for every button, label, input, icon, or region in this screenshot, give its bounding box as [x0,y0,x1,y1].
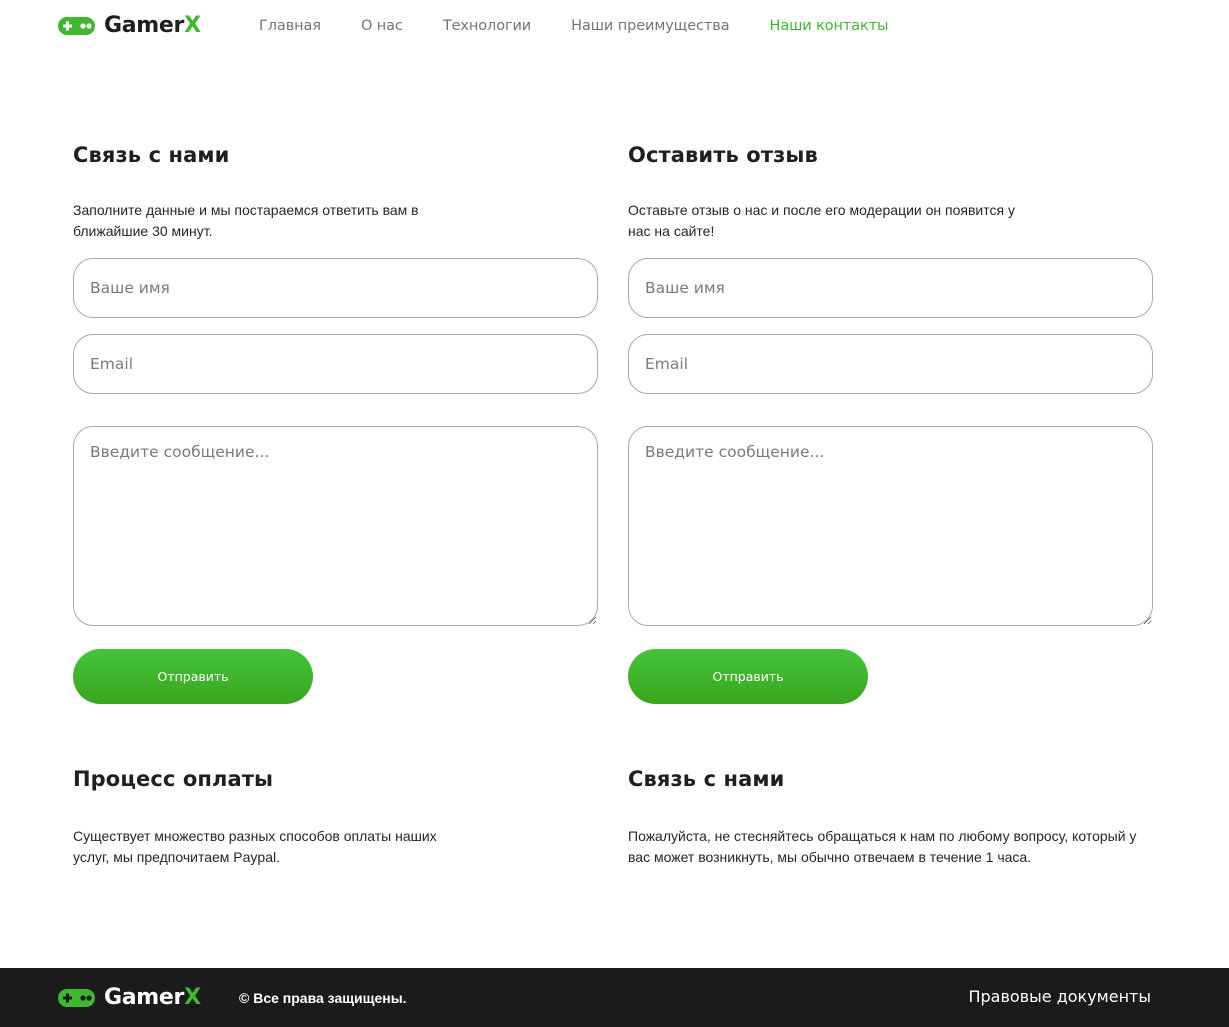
contact-submit-button[interactable]: Отправить [73,649,313,704]
payment-info-section: Процесс оплаты Существует множество разн… [73,766,598,868]
review-email-input[interactable] [628,334,1153,394]
contact-form-description: Заполните данные и мы постараемся ответи… [73,202,419,239]
main-nav: Главная О нас Технологии Наши преимущест… [259,16,928,36]
payment-info-title: Процесс оплаты [73,767,274,791]
nav-item-technologies[interactable]: Технологии [443,16,531,36]
legal-documents-link[interactable]: Правовые документы [968,987,1151,1007]
payment-info-description: Существует множество разных способов опл… [73,828,437,865]
contact-info-description: Пожалуйста, не стесняйтесь обращаться к … [628,828,1137,865]
gamepad-icon [58,989,95,1007]
copyright-text: © Все права защищены. [239,990,407,1006]
logo-text: GamerX [104,13,201,39]
footer-logo-text-accent: X [184,985,201,1010]
contact-form-section: Связь с нами Заполните данные и мы поста… [73,142,598,704]
contact-form-title: Связь с нами [73,143,230,167]
review-message-textarea[interactable] [628,426,1153,626]
contact-message-textarea[interactable] [73,426,598,626]
footer-logo-link[interactable]: GamerX [58,985,201,1011]
nav-item-advantages[interactable]: Наши преимущества [571,16,729,36]
footer-logo-text: GamerX [104,985,201,1011]
logo-text-main: Gamer [104,13,185,38]
contact-info-title: Связь с нами [628,767,785,791]
logo-link[interactable]: GamerX [58,13,201,39]
contact-name-input[interactable] [73,258,598,318]
review-form-description: Оставьте отзыв о нас и после его модерац… [628,202,1015,239]
nav-item-about[interactable]: О нас [361,16,403,36]
review-name-input[interactable] [628,258,1153,318]
gamepad-icon [58,17,95,35]
site-header: GamerX Главная О нас Технологии Наши пре… [0,0,1229,52]
nav-item-contacts[interactable]: Наши контакты [770,16,889,36]
contact-info-section: Связь с нами Пожалуйста, не стесняйтесь … [628,766,1153,868]
site-footer: GamerX © Все права защищены. Правовые до… [0,968,1229,1027]
footer-logo-text-main: Gamer [104,985,185,1010]
logo-text-accent: X [184,13,201,38]
review-form-section: Оставить отзыв Оставьте отзыв о нас и по… [628,142,1153,704]
contact-email-input[interactable] [73,334,598,394]
nav-item-home[interactable]: Главная [259,16,321,36]
review-form-title: Оставить отзыв [628,143,818,167]
review-submit-button[interactable]: Отправить [628,649,868,704]
